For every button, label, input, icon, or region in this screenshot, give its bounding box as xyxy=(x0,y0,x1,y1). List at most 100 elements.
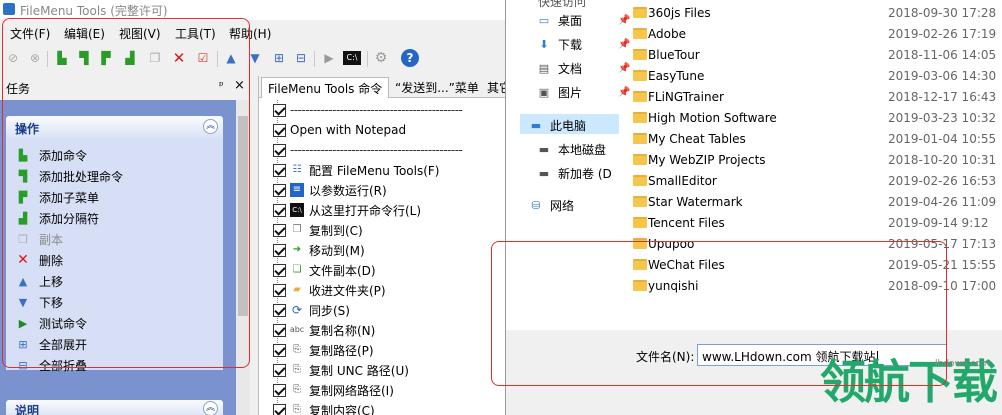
close-icon[interactable]: × xyxy=(234,78,245,93)
expand-icon[interactable]: ⊞ xyxy=(270,49,288,67)
checkbox[interactable] xyxy=(273,223,286,237)
add-batch-icon[interactable]: ▜ xyxy=(75,49,93,67)
tab-filemenu-commands[interactable]: FileMenu Tools 命令 xyxy=(261,77,390,98)
command-row[interactable]: ⟳ 同步(S) xyxy=(273,300,350,320)
checkbox[interactable] xyxy=(273,263,286,277)
operations-header[interactable]: 操作 ︽ xyxy=(6,116,223,138)
file-row[interactable]: SmallEditor 2019-02-26 16:53 xyxy=(621,170,1002,191)
file-row[interactable]: Tencent Files 2019-09-14 9:12 xyxy=(621,212,1002,233)
command-row[interactable]: ⎘ 复制路径(P) xyxy=(273,340,374,360)
file-row[interactable]: 360js Files 2018-09-30 17:28 xyxy=(621,2,1002,23)
command-row[interactable]: ❐ 复制到(C) xyxy=(273,220,363,240)
op-add-separator[interactable]: ▟ 添加分隔符 xyxy=(16,209,99,227)
file-row[interactable]: EasyTune 2019-03-06 14:30 xyxy=(621,65,1002,86)
op-add-command[interactable]: ▙ 添加命令 xyxy=(16,146,87,164)
task-panel-scrollbar[interactable] xyxy=(236,100,250,415)
checkbox[interactable] xyxy=(273,183,286,197)
checkbox[interactable] xyxy=(273,343,286,357)
file-row[interactable]: BlueTour 2018-11-06 14:05 xyxy=(621,44,1002,65)
file-row[interactable]: yunqishi 2018-09-10 17:00 xyxy=(621,275,1002,296)
command-row[interactable]: ⎘ 复制 UNC 路径(U) xyxy=(273,360,409,380)
checkbox[interactable] xyxy=(273,283,286,297)
add-command-icon[interactable]: ▙ xyxy=(53,49,71,67)
cancel-icon[interactable]: ⊘ xyxy=(4,49,22,67)
move-up-icon[interactable]: ▲ xyxy=(222,49,240,67)
file-row[interactable]: High Motion Software 2019-03-23 10:32 xyxy=(621,107,1002,128)
command-row[interactable]: C:\ 从这里打开命令行(L) xyxy=(273,200,421,220)
command-row[interactable]: ≡ 以参数运行(R) xyxy=(273,180,387,200)
op-move-up[interactable]: ▲ 上移 xyxy=(16,272,63,290)
command-row[interactable]: ⎘ 复制内容(C) xyxy=(273,400,375,415)
nav-documents[interactable]: ▤ 文档 📌 xyxy=(536,60,631,77)
chevron-up-icon[interactable]: ︽ xyxy=(203,401,218,415)
file-row[interactable]: Star Watermark 2019-04-26 11:09 xyxy=(621,191,1002,212)
help-icon[interactable]: ? xyxy=(401,49,419,67)
op-move-down[interactable]: ▼ 下移 xyxy=(16,293,63,311)
command-row[interactable]: ⎘ 复制网络路径(I) xyxy=(273,380,394,400)
check-icon[interactable]: ☑ xyxy=(194,49,212,67)
nav-this-pc[interactable]: ▬ 此电脑 xyxy=(528,117,586,134)
menu-help[interactable]: 帮助(H) xyxy=(229,25,271,42)
settings-icon[interactable]: ⚙ xyxy=(372,49,390,67)
add-separator-icon[interactable]: ▟ xyxy=(121,49,139,67)
menu-file[interactable]: 文件(F) xyxy=(10,25,50,42)
tab-send-to[interactable]: “发送到...”菜单 xyxy=(395,79,479,96)
nav-pictures[interactable]: ▣ 图片 📌 xyxy=(536,84,631,101)
file-row[interactable]: Upupoo 2019-05-17 17:13 xyxy=(621,233,1002,254)
command-row[interactable]: ☷ 配置 FileMenu Tools(F) xyxy=(273,160,439,180)
op-add-batch[interactable]: ▜ 添加批处理命令 xyxy=(16,167,123,185)
menu-edit[interactable]: 编辑(E) xyxy=(64,25,105,42)
description-header[interactable]: 说明 ︽ xyxy=(6,400,223,415)
checkbox[interactable] xyxy=(273,143,286,157)
command-row[interactable]: Open with Notepad xyxy=(273,120,406,140)
command-row[interactable]: abc 复制名称(N) xyxy=(273,320,375,340)
command-row[interactable]: ----------------------------------------… xyxy=(273,100,463,120)
checkbox[interactable] xyxy=(273,383,286,397)
op-expand-all[interactable]: ⊞ 全部展开 xyxy=(16,335,87,353)
file-row[interactable]: WeChat Files 2019-05-21 15:55 xyxy=(621,254,1002,275)
scrollbar-thumb[interactable] xyxy=(238,116,248,316)
op-collapse-all[interactable]: ⊟ 全部折叠 xyxy=(16,356,87,374)
quick-access-label[interactable]: 快速访问 xyxy=(538,0,586,10)
op-add-submenu[interactable]: ▛ 添加子菜单 xyxy=(16,188,99,206)
nav-new-volume[interactable]: ▬ 新加卷 (D xyxy=(536,165,612,182)
checkbox[interactable] xyxy=(273,243,286,257)
run-icon[interactable]: ▶ xyxy=(320,49,338,67)
collapse-icon[interactable]: ⊟ xyxy=(292,49,310,67)
checkbox[interactable] xyxy=(273,163,286,177)
file-row[interactable]: Adobe 2019-02-26 17:19 xyxy=(621,23,1002,44)
checkbox[interactable] xyxy=(273,363,286,377)
copy-icon[interactable]: ❐ xyxy=(146,49,164,67)
stop-icon[interactable]: ⊗ xyxy=(26,49,44,67)
op-test-command[interactable]: ▶ 测试命令 xyxy=(16,314,87,332)
menu-tools[interactable]: 工具(T) xyxy=(175,25,216,42)
file-row[interactable]: FLiNGTrainer 2018-12-17 16:43 xyxy=(621,86,1002,107)
command-row[interactable]: ❏ 文件副本(D) xyxy=(273,260,376,280)
op-delete[interactable]: ✕ 删除 xyxy=(16,251,63,269)
pin-icon[interactable]: ᵖ xyxy=(219,79,224,92)
checkbox[interactable] xyxy=(273,103,286,117)
checkbox[interactable] xyxy=(273,303,286,317)
configure-icon: ☷ xyxy=(292,164,302,175)
command-row[interactable]: ➜ 移动到(M) xyxy=(273,240,365,260)
nav-downloads[interactable]: ⬇ 下载 📌 xyxy=(536,36,630,53)
chevron-up-icon[interactable]: ︽ xyxy=(203,119,218,134)
console-icon[interactable]: C:\ xyxy=(343,51,361,65)
nav-local-disk[interactable]: ▬ 本地磁盘 xyxy=(536,141,606,158)
checkbox[interactable] xyxy=(273,123,286,137)
add-submenu-icon[interactable]: ▛ xyxy=(97,49,115,67)
nav-desktop[interactable]: ▭ 桌面 📌 xyxy=(536,12,631,29)
file-row[interactable]: My WebZIP Projects 2018-10-20 10:31 xyxy=(621,149,1002,170)
op-copy[interactable]: ❐ 副本 xyxy=(16,230,63,248)
file-row[interactable]: My Cheat Tables 2019-01-04 10:55 xyxy=(621,128,1002,149)
move-down-icon[interactable]: ▼ xyxy=(246,49,264,67)
delete-icon[interactable]: ✕ xyxy=(170,49,188,67)
menu-view[interactable]: 视图(V) xyxy=(119,25,161,42)
checkbox[interactable] xyxy=(273,403,286,415)
nav-network[interactable]: ⛁ 网络 xyxy=(528,197,574,214)
command-row[interactable]: ----------------------------------------… xyxy=(273,140,463,160)
checkbox[interactable] xyxy=(273,203,286,217)
checkbox[interactable] xyxy=(273,323,286,337)
tab-other[interactable]: 其它 xyxy=(487,79,505,96)
command-row[interactable]: ▰ 收进文件夹(P) xyxy=(273,280,386,300)
